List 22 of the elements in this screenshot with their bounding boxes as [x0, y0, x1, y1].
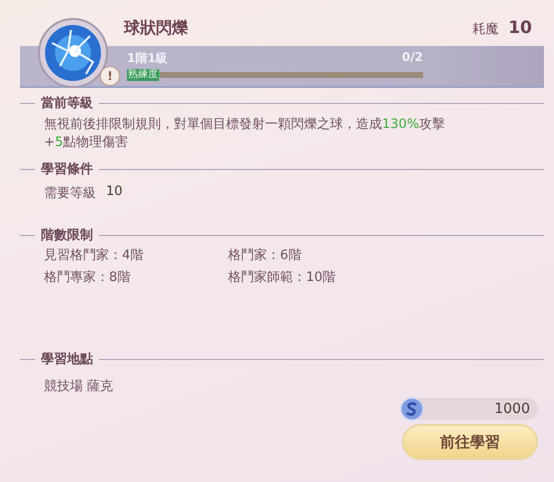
mana-cost-label: 耗魔: [472, 21, 498, 38]
requirement-label: 需要等級: [44, 185, 96, 202]
skill-tier-label: 1階1級: [127, 50, 168, 67]
section-heading: 學習條件: [41, 161, 93, 178]
price-value: 1000: [493, 401, 531, 417]
tier-limit: 格鬥專家：8階: [44, 269, 132, 286]
tier-limit: 格鬥家師範：10階: [228, 269, 337, 286]
skill-title: 球狀閃爍: [124, 18, 189, 39]
warning-icon[interactable]: !: [100, 66, 120, 86]
requirement-value: 10: [106, 184, 123, 201]
section-heading: 階數限制: [41, 227, 93, 244]
section-heading: 學習地點: [41, 351, 93, 368]
go-learn-button[interactable]: 前往學習: [402, 424, 538, 460]
coin-icon: [400, 397, 424, 421]
learning-location: 競技場 薩克: [43, 378, 114, 396]
tier-limit: 見習格鬥家：4階: [44, 247, 144, 264]
tier-limit: 格鬥家：6階: [228, 247, 302, 264]
progress-count: 0/2: [402, 50, 423, 66]
mana-cost-value: 10: [508, 18, 532, 38]
skill-description: 無視前後排限制規則，對單個目標發射一顆閃爍之球，造成130%攻擊+5點物理傷害: [43, 116, 446, 152]
section-heading: 當前等級: [41, 95, 93, 112]
proficiency-label: 熟練度: [127, 69, 159, 81]
